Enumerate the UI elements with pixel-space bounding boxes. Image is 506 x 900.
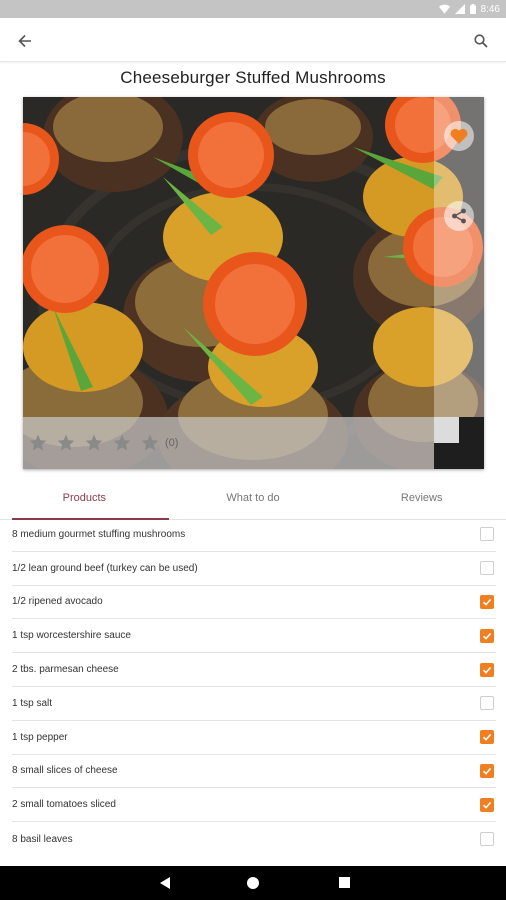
system-nav-bar bbox=[0, 866, 506, 900]
ingredient-checkbox[interactable] bbox=[480, 730, 494, 745]
ingredient-label: 1/2 ripened avocado bbox=[12, 596, 103, 608]
search-icon bbox=[474, 34, 488, 48]
ingredient-checkbox[interactable] bbox=[480, 797, 494, 812]
ingredient-row[interactable]: 2 tbs. parmesan cheese bbox=[12, 653, 496, 687]
check-icon bbox=[482, 734, 492, 741]
ingredient-checkbox[interactable] bbox=[480, 561, 494, 576]
star-icon[interactable] bbox=[139, 432, 161, 454]
ingredient-row[interactable]: 1 tsp salt bbox=[12, 687, 496, 721]
ingredient-row[interactable]: 1/2 ripened avocado bbox=[12, 586, 496, 620]
share-button[interactable] bbox=[444, 201, 474, 231]
nav-recents-icon[interactable] bbox=[338, 876, 351, 889]
heart-icon bbox=[450, 128, 468, 144]
signal-icon bbox=[454, 4, 465, 14]
ingredient-label: 1 tsp pepper bbox=[12, 731, 68, 743]
ingredient-checkbox[interactable] bbox=[480, 594, 494, 609]
tab-what-to-do[interactable]: What to do bbox=[169, 484, 338, 519]
check-icon bbox=[482, 598, 492, 606]
ingredient-row[interactable]: 2 small tomatoes sliced bbox=[12, 788, 496, 823]
recipe-title: Cheeseburger Stuffed Mushrooms bbox=[120, 68, 386, 87]
ingredient-checkbox[interactable] bbox=[480, 763, 494, 778]
ingredient-row[interactable]: 8 small slices of cheese bbox=[12, 755, 496, 789]
ingredient-row[interactable]: 8 basil leaves bbox=[12, 822, 496, 856]
wifi-icon bbox=[438, 4, 450, 14]
check-icon bbox=[482, 666, 492, 674]
ingredient-label: 8 medium gourmet stuffing mushrooms bbox=[12, 528, 186, 540]
status-bar: 8:46 bbox=[0, 0, 506, 18]
ingredient-label: 1/2 lean ground beef (turkey can be used… bbox=[12, 562, 198, 574]
ingredient-checkbox[interactable] bbox=[480, 628, 494, 643]
ingredient-label: 1 tsp salt bbox=[12, 697, 53, 709]
recipe-tabs: Products What to do Reviews bbox=[0, 484, 506, 520]
rating-bar: (0) bbox=[23, 417, 434, 469]
nav-back-icon[interactable] bbox=[158, 876, 172, 890]
ingredient-checkbox[interactable] bbox=[480, 662, 494, 677]
star-icon[interactable] bbox=[111, 432, 133, 454]
star-icon[interactable] bbox=[83, 432, 105, 454]
check-icon bbox=[482, 767, 492, 775]
ingredient-label: 2 tbs. parmesan cheese bbox=[12, 664, 119, 676]
arrow-left-icon bbox=[18, 34, 31, 48]
ingredient-checkbox[interactable] bbox=[480, 832, 494, 847]
search-button[interactable] bbox=[470, 30, 492, 52]
ingredient-row[interactable]: 1/2 lean ground beef (turkey can be used… bbox=[12, 552, 496, 586]
app-bar bbox=[0, 18, 506, 62]
share-icon bbox=[452, 208, 466, 224]
ingredient-label: 1 tsp worcestershire sauce bbox=[12, 630, 131, 642]
checker-pattern bbox=[434, 417, 484, 469]
tab-products[interactable]: Products bbox=[0, 484, 169, 520]
ingredient-checkbox[interactable] bbox=[480, 696, 494, 711]
mushrooms-image bbox=[23, 97, 484, 469]
favorite-button[interactable] bbox=[444, 121, 474, 151]
ingredient-list: 8 medium gourmet stuffing mushrooms 1/2 l… bbox=[12, 518, 496, 856]
check-icon bbox=[482, 632, 492, 640]
rating-count: (0) bbox=[165, 437, 179, 449]
ingredient-checkbox[interactable] bbox=[480, 527, 494, 542]
ingredient-label: 8 basil leaves bbox=[12, 833, 73, 845]
back-button[interactable] bbox=[14, 30, 36, 52]
star-icon[interactable] bbox=[27, 432, 49, 454]
ingredient-label: 8 small slices of cheese bbox=[12, 765, 118, 777]
ingredient-row[interactable]: 8 medium gourmet stuffing mushrooms bbox=[12, 518, 496, 552]
status-time: 8:46 bbox=[480, 3, 500, 15]
ingredient-row[interactable]: 1 tsp worcestershire sauce bbox=[12, 619, 496, 654]
ingredient-label: 2 small tomatoes sliced bbox=[12, 799, 116, 811]
nav-home-icon[interactable] bbox=[246, 876, 260, 890]
tab-reviews[interactable]: Reviews bbox=[337, 484, 506, 519]
recipe-photo: (0) bbox=[23, 97, 484, 469]
check-icon bbox=[482, 801, 492, 809]
battery-icon bbox=[469, 4, 476, 14]
star-icon[interactable] bbox=[55, 432, 77, 454]
ingredient-row[interactable]: 1 tsp pepper bbox=[12, 721, 496, 755]
